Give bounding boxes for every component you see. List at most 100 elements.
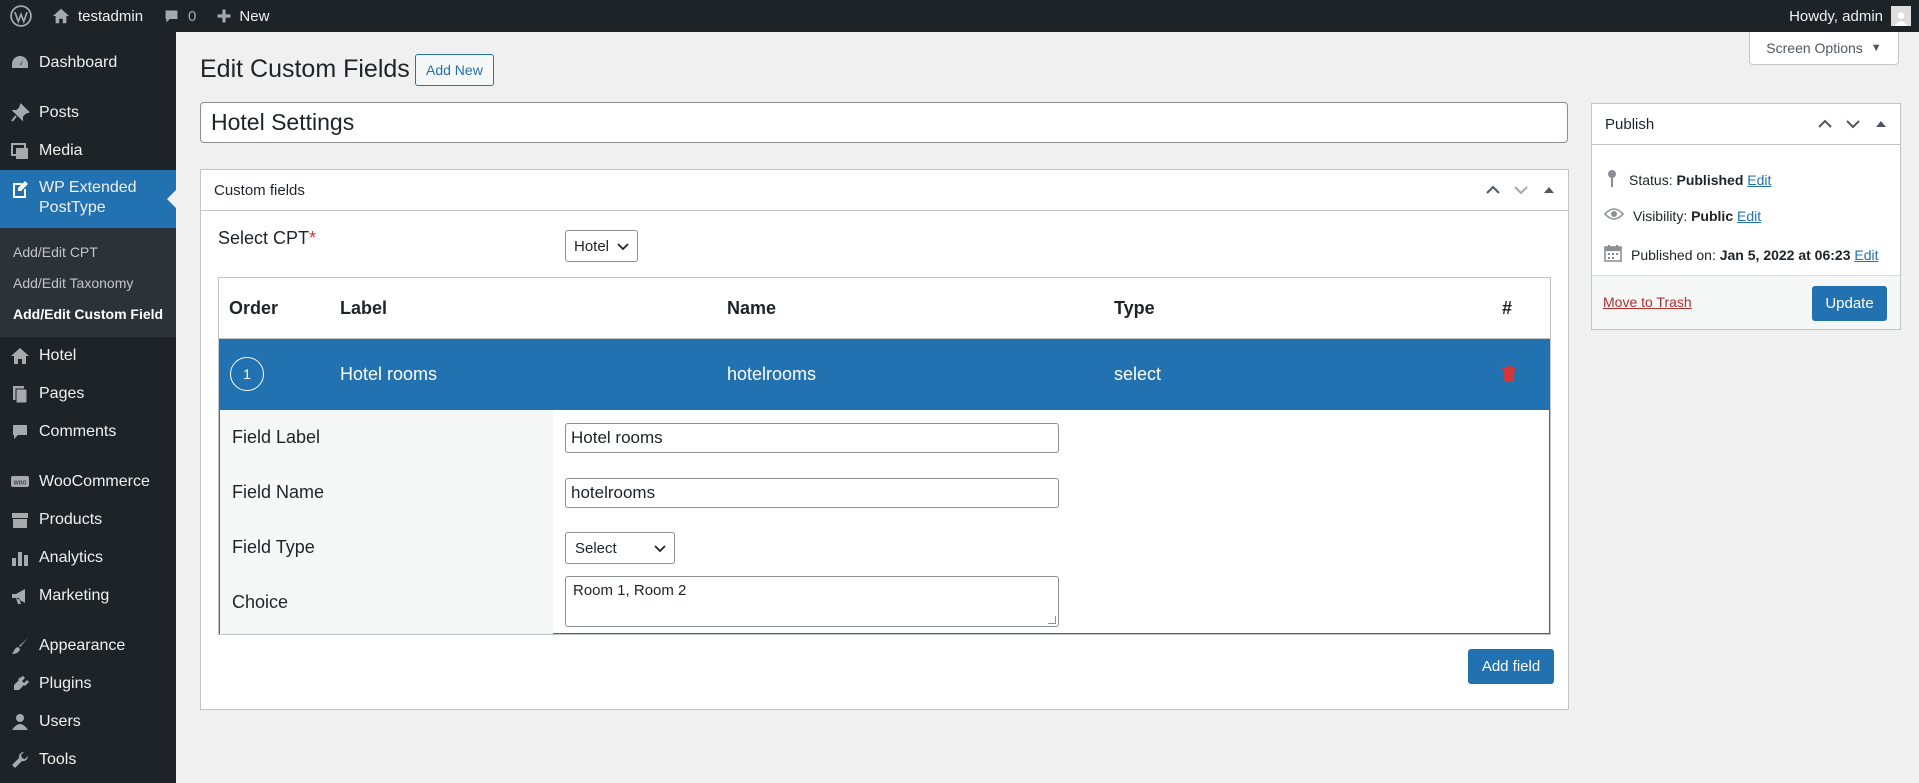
user-icon [9,711,31,733]
table-row[interactable]: 1 Hotel rooms hotelrooms select [219,339,1550,410]
sidebar-item-label: Dashboard [39,54,118,71]
site-name-link[interactable]: testadmin [42,0,153,32]
sidebar-item-woocommerce[interactable]: woo WooCommerce [0,463,176,501]
sidebar-item-label: Plugins [39,675,92,692]
screen-options-label: Screen Options [1766,40,1863,56]
column-type: Type [1114,297,1155,318]
published-value: Jan 5, 2022 at 06:23 [1719,246,1851,263]
woo-icon: woo [9,471,31,493]
add-field-button[interactable]: Add field [1468,649,1554,684]
sidebar-item-label: WooCommerce [39,473,150,490]
sidebar-item-label: Marketing [39,587,110,604]
column-label: Label [340,297,388,318]
sidebar-item-label: Users [39,713,81,730]
media-icon [9,140,31,162]
publish-date: Published on: Jan 5, 2022 at 06:23 Edit [1604,244,1879,265]
move-up-icon[interactable] [1484,181,1502,199]
status-edit-link[interactable]: Edit [1747,172,1771,188]
custom-fields-header: Custom fields [201,170,1568,211]
add-new-button[interactable]: Add New [415,54,494,86]
trash-icon[interactable] [1502,365,1516,387]
screen-options-button[interactable]: Screen Options ▼ [1749,32,1899,65]
publish-title: Publish [1605,115,1655,133]
choice-label: Choice [232,592,289,612]
sidebar-item-products[interactable]: Products [0,501,176,539]
pages-icon [9,383,31,405]
select-cpt-label: Select CPT* [218,228,316,249]
sidebar-item-media[interactable]: Media [0,132,176,170]
toggle-panel-icon[interactable] [1540,181,1558,199]
sidebar-label-line1: WP Extended [39,179,137,196]
field-label-input[interactable]: Hotel rooms [565,423,1059,453]
update-button[interactable]: Update [1812,286,1887,321]
move-down-icon[interactable] [1512,181,1530,199]
chevron-down-icon [654,540,666,557]
row-type: select [1114,364,1162,384]
edit-page-icon [9,178,31,200]
publish-status: Status: Published Edit [1604,169,1771,190]
resize-handle-icon[interactable] [1048,616,1056,624]
sidebar-item-comments[interactable]: Comments [0,413,176,451]
select-cpt-text: Select CPT [218,228,310,248]
fields-table: Order Label Name Type # 1 Hotel rooms ho… [218,277,1551,635]
sidebar-item-marketing[interactable]: Marketing [0,577,176,615]
move-up-icon[interactable] [1816,115,1834,133]
field-type-value: Select [575,539,617,557]
calendar-icon [1604,244,1622,265]
submenu-add-edit-taxonomy[interactable]: Add/Edit Taxonomy [0,267,176,298]
sidebar-item-hotel[interactable]: Hotel [0,337,176,375]
select-cpt-value: Hotel [574,237,610,255]
sidebar-item-appearance[interactable]: Appearance [0,627,176,665]
home-icon [9,345,31,367]
choice-textarea[interactable]: Room 1, Room 2 [565,576,1059,627]
sidebar-item-label: Posts [39,104,80,121]
sidebar-submenu: Add/Edit CPT Add/Edit Taxonomy Add/Edit … [0,228,176,337]
submenu-add-edit-custom-field[interactable]: Add/Edit Custom Field [0,298,176,329]
visibility-value: Public [1691,207,1734,224]
sidebar-item-pages[interactable]: Pages [0,375,176,413]
wordpress-logo-icon[interactable] [0,0,42,32]
my-account[interactable]: Howdy, admin [1789,6,1919,26]
visibility-label: Visibility: [1633,207,1688,224]
plus-icon [216,8,232,24]
toggle-panel-icon[interactable] [1872,115,1890,133]
date-edit-link[interactable]: Edit [1854,247,1878,263]
field-type-select[interactable]: Select [565,532,675,564]
site-name: testadmin [78,7,144,25]
move-down-icon[interactable] [1844,115,1862,133]
visibility-edit-link[interactable]: Edit [1737,208,1761,224]
sidebar-item-dashboard[interactable]: Dashboard [0,44,176,82]
field-name-input[interactable]: hotelrooms [565,478,1059,508]
status-label: Status: [1629,171,1673,188]
sidebar-item-analytics[interactable]: Analytics [0,539,176,577]
publish-actions: Move to Trash Update [1592,275,1900,329]
sidebar-item-label: Products [39,511,103,528]
dashboard-icon [9,52,31,74]
select-cpt-dropdown[interactable]: Hotel [565,230,638,262]
eye-icon [1603,207,1625,224]
howdy-text: Howdy, admin [1789,7,1883,25]
move-to-trash-link[interactable]: Move to Trash [1603,294,1692,310]
new-label: New [239,7,270,25]
sidebar-item-plugins[interactable]: Plugins [0,665,176,703]
sidebar-item-users[interactable]: Users [0,703,176,741]
column-order: Order [229,297,279,318]
sidebar-item-posts[interactable]: Posts [0,94,176,132]
sidebar-item-label: Analytics [39,549,104,566]
required-mark: * [309,228,317,248]
column-action: # [1502,297,1513,318]
sidebar-item-tools[interactable]: Tools [0,741,176,779]
post-title-input[interactable]: Hotel Settings [200,102,1568,143]
publish-visibility: Visibility: Public Edit [1603,207,1761,224]
caret-down-icon: ▼ [1870,42,1882,54]
publish-box: Publish Status: Published Edit Visibilit… [1591,103,1901,330]
sidebar-item-wp-extended-posttype[interactable]: WP Extended PostType [0,170,176,228]
submenu-add-edit-cpt[interactable]: Add/Edit CPT [0,236,176,267]
svg-text:woo: woo [13,480,27,487]
comments-link[interactable]: 0 [153,0,206,32]
comment-icon [163,8,180,25]
new-content-link[interactable]: New [206,0,279,32]
admin-bar: testadmin 0 New Howdy, admin [0,0,1919,32]
sidebar-item-label: WP Extended PostType [39,178,137,218]
publish-header: Publish [1592,104,1900,145]
